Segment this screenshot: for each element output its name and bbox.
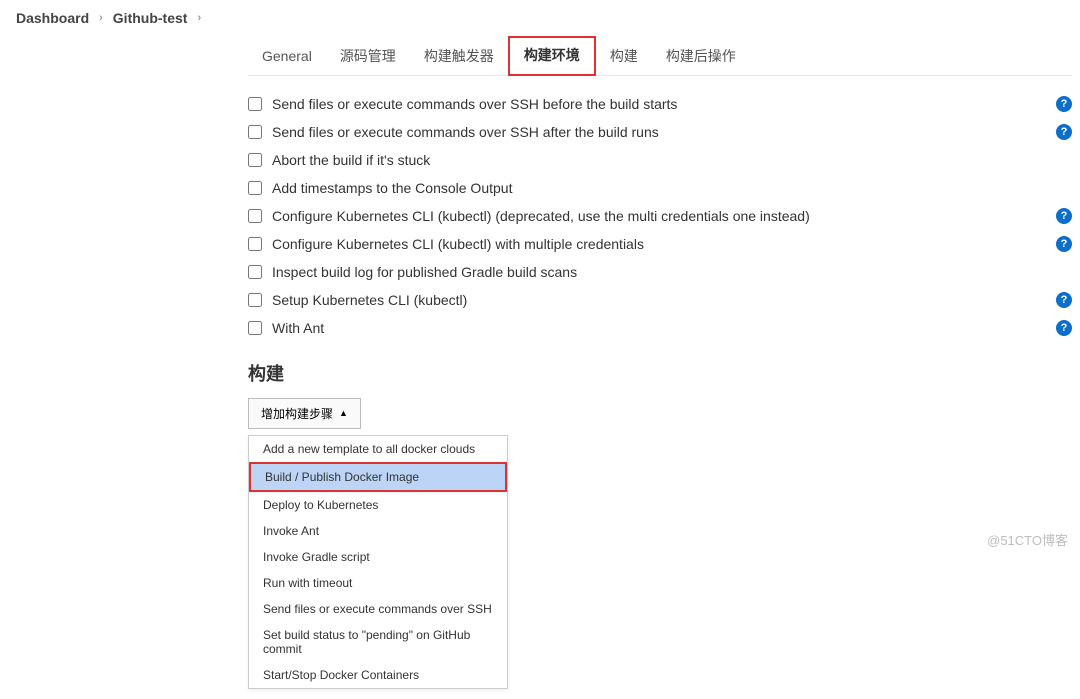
label-k8s-setup: Setup Kubernetes CLI (kubectl) <box>272 290 1048 310</box>
help-icon[interactable]: ? <box>1056 236 1072 252</box>
step-add-docker-template[interactable]: Add a new template to all docker clouds <box>249 436 507 462</box>
add-build-step-label: 增加构建步骤 <box>261 405 333 422</box>
breadcrumb-project[interactable]: Github-test <box>113 10 188 26</box>
tab-build[interactable]: 构建 <box>596 36 652 76</box>
label-gradle-scans: Inspect build log for published Gradle b… <box>272 262 1072 282</box>
step-ssh-send[interactable]: Send files or execute commands over SSH <box>249 596 507 622</box>
checkbox-k8s-multi[interactable] <box>248 237 262 251</box>
checkbox-timestamps[interactable] <box>248 181 262 195</box>
build-env-section: Send files or execute commands over SSH … <box>248 76 1072 699</box>
step-deploy-k8s[interactable]: Deploy to Kubernetes <box>249 492 507 518</box>
label-with-ant: With Ant <box>272 318 1048 338</box>
step-set-pending[interactable]: Set build status to "pending" on GitHub … <box>249 622 507 662</box>
config-panel: General 源码管理 构建触发器 构建环境 构建 构建后操作 Send fi… <box>248 36 1072 699</box>
tab-triggers[interactable]: 构建触发器 <box>410 36 508 76</box>
tab-scm[interactable]: 源码管理 <box>326 36 410 76</box>
env-row-k8s-deprecated: Configure Kubernetes CLI (kubectl) (depr… <box>248 202 1072 230</box>
build-section-title: 构建 <box>248 360 1072 386</box>
config-tabs: General 源码管理 构建触发器 构建环境 构建 构建后操作 <box>248 36 1072 76</box>
label-ssh-before: Send files or execute commands over SSH … <box>272 94 1048 114</box>
step-build-publish-docker[interactable]: Build / Publish Docker Image <box>249 462 507 492</box>
add-build-step-dropdown: Add a new template to all docker clouds … <box>248 435 508 689</box>
checkbox-k8s-setup[interactable] <box>248 293 262 307</box>
checkbox-with-ant[interactable] <box>248 321 262 335</box>
tab-build-env[interactable]: 构建环境 <box>508 36 596 76</box>
tab-general[interactable]: General <box>248 38 326 74</box>
env-row-gradle-scans: Inspect build log for published Gradle b… <box>248 258 1072 286</box>
step-invoke-gradle[interactable]: Invoke Gradle script <box>249 544 507 570</box>
env-row-abort-stuck: Abort the build if it's stuck <box>248 146 1072 174</box>
env-row-k8s-multi: Configure Kubernetes CLI (kubectl) with … <box>248 230 1072 258</box>
env-row-timestamps: Add timestamps to the Console Output <box>248 174 1072 202</box>
tab-post-build[interactable]: 构建后操作 <box>652 36 750 76</box>
checkbox-ssh-after[interactable] <box>248 125 262 139</box>
checkbox-ssh-before[interactable] <box>248 97 262 111</box>
env-row-with-ant: With Ant ? <box>248 314 1072 342</box>
breadcrumb: Dashboard › Github-test › <box>0 0 1080 36</box>
help-icon[interactable]: ? <box>1056 320 1072 336</box>
watermark-text: @51CTO博客 <box>987 530 1068 549</box>
label-timestamps: Add timestamps to the Console Output <box>272 178 1072 198</box>
step-start-stop-docker[interactable]: Start/Stop Docker Containers <box>249 662 507 688</box>
help-icon[interactable]: ? <box>1056 124 1072 140</box>
caret-up-icon: ▲ <box>339 408 348 418</box>
label-abort-stuck: Abort the build if it's stuck <box>272 150 1072 170</box>
chevron-right-icon: › <box>197 12 201 24</box>
checkbox-abort-stuck[interactable] <box>248 153 262 167</box>
checkbox-gradle-scans[interactable] <box>248 265 262 279</box>
add-build-step-button[interactable]: 增加构建步骤 ▲ <box>248 398 361 429</box>
env-row-k8s-setup: Setup Kubernetes CLI (kubectl) ? <box>248 286 1072 314</box>
breadcrumb-dashboard[interactable]: Dashboard <box>16 10 89 26</box>
help-icon[interactable]: ? <box>1056 208 1072 224</box>
label-k8s-multi: Configure Kubernetes CLI (kubectl) with … <box>272 234 1048 254</box>
label-k8s-deprecated: Configure Kubernetes CLI (kubectl) (depr… <box>272 206 1048 226</box>
checkbox-k8s-deprecated[interactable] <box>248 209 262 223</box>
env-row-ssh-before: Send files or execute commands over SSH … <box>248 90 1072 118</box>
env-row-ssh-after: Send files or execute commands over SSH … <box>248 118 1072 146</box>
label-ssh-after: Send files or execute commands over SSH … <box>272 122 1048 142</box>
help-icon[interactable]: ? <box>1056 96 1072 112</box>
step-run-timeout[interactable]: Run with timeout <box>249 570 507 596</box>
help-icon[interactable]: ? <box>1056 292 1072 308</box>
chevron-right-icon: › <box>99 12 103 24</box>
step-invoke-ant[interactable]: Invoke Ant <box>249 518 507 544</box>
